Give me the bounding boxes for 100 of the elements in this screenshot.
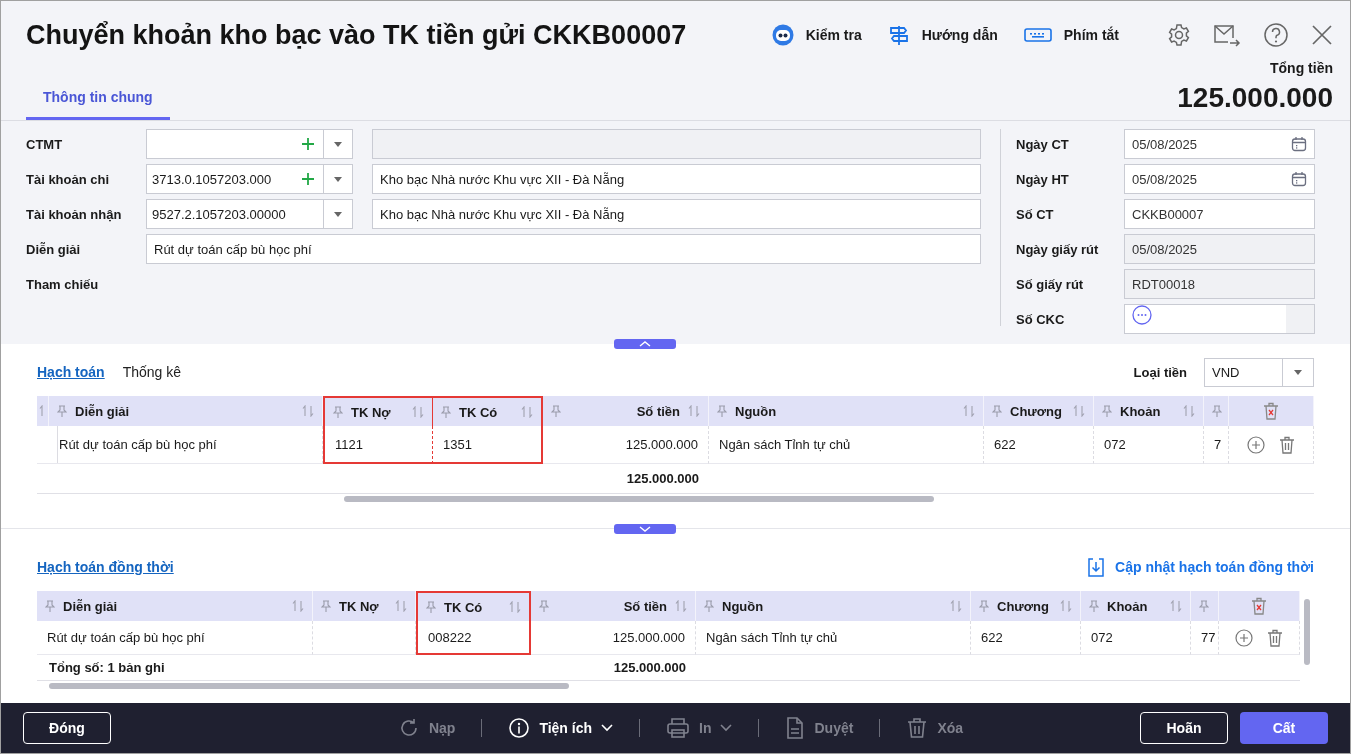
table-cell: 072 — [1081, 621, 1191, 655]
field-label: CTMT — [26, 136, 64, 152]
chevron-down-icon — [720, 724, 733, 732]
document-icon — [785, 717, 806, 739]
sort-icon — [1060, 600, 1072, 612]
more-options-icon[interactable] — [1132, 305, 1152, 325]
help-icon[interactable] — [1263, 22, 1289, 48]
input-field[interactable]: 05/08/2025 — [1124, 129, 1315, 159]
currency-select[interactable]: VND — [1204, 357, 1314, 387]
pin-icon — [979, 599, 989, 613]
sort-icon — [1073, 405, 1085, 417]
pin-icon — [1089, 599, 1099, 613]
column-header[interactable]: TK Nợ — [313, 591, 416, 621]
footer-button[interactable]: Hoãn — [1140, 712, 1228, 744]
printer-icon — [666, 717, 691, 739]
total-cell: 125.000.000 — [613, 660, 686, 675]
input-field: 05/08/2025 — [1124, 234, 1315, 264]
pin-icon — [717, 404, 727, 418]
table-cell: 1351 — [433, 426, 543, 464]
input-field[interactable]: CKKB00007 — [1124, 199, 1315, 229]
toolbar-button[interactable]: Hướng dẫn — [887, 24, 998, 46]
caret-icon — [333, 140, 343, 148]
pin-icon — [45, 599, 55, 613]
field-label: Tài khoản nhận — [26, 206, 123, 222]
add-icon — [301, 172, 315, 186]
total-cell: Tổng số: 1 bản ghi — [49, 660, 165, 675]
field-label: Số giấy rút — [1016, 276, 1085, 292]
table-cell: Rút dự toán cấp bù học phí — [37, 621, 313, 655]
info-icon — [508, 717, 531, 739]
column-header[interactable]: Nguồn — [709, 396, 984, 426]
tab[interactable]: Hạch toán đồng thời — [37, 559, 174, 575]
pin-icon — [426, 600, 436, 614]
collapse-handle-icon[interactable] — [614, 339, 676, 349]
pin-icon — [441, 405, 451, 419]
table-cell: 072 — [1094, 426, 1204, 464]
mail-forward-icon[interactable] — [1213, 23, 1241, 47]
update-link[interactable]: Cập nhật hạch toán đồng thời — [1087, 557, 1314, 577]
pin-icon — [704, 599, 714, 613]
column-header[interactable]: TK Có — [416, 591, 531, 621]
description-field[interactable]: Rút dự toán cấp bù học phí — [146, 234, 981, 264]
column-header[interactable]: Số tiền — [543, 396, 709, 426]
trash-icon[interactable] — [1267, 628, 1283, 647]
settings-icon[interactable] — [1167, 23, 1191, 47]
tab[interactable]: Thống kê — [122, 364, 182, 380]
total-label: Tổng tiền — [1269, 60, 1333, 76]
column-header[interactable]: Khoản — [1081, 591, 1191, 621]
column-header[interactable]: Diễn giải — [49, 396, 323, 426]
column-header[interactable]: Số tiền — [531, 591, 696, 621]
toolbar-button[interactable]: Phím tắt — [1023, 27, 1119, 43]
pin-icon — [992, 404, 1002, 418]
field-label: Tham chiếu — [26, 276, 100, 292]
download-icon — [1087, 557, 1106, 577]
window-title: Chuyển khoản kho bạc vào TK tiền gửi CKKB00007 — [26, 19, 688, 51]
currency-label: Loại tiền — [1133, 364, 1187, 380]
footer-button[interactable]: Đóng — [23, 712, 111, 744]
robot-face-icon — [771, 24, 794, 46]
account-combo[interactable]: 9527.2.1057203.00000 — [146, 199, 353, 229]
pin-icon — [1102, 404, 1112, 418]
column-header[interactable]: TK Có — [433, 396, 543, 426]
pin-icon — [1199, 599, 1209, 613]
signpost-icon — [887, 24, 910, 46]
column-header[interactable]: Nguồn — [696, 591, 971, 621]
column-header[interactable]: Chương — [984, 396, 1094, 426]
table-cell: 7 — [1204, 426, 1229, 464]
table-cell: Ngân sách Tỉnh tự chủ — [709, 426, 984, 464]
column-header[interactable]: Chương — [971, 591, 1081, 621]
account-name-field[interactable]: Kho bạc Nhà nước Khu vực XII - Đà Nẵng — [372, 164, 981, 194]
calendar-icon[interactable] — [1291, 171, 1307, 187]
sort-icon — [963, 405, 975, 417]
column-header[interactable]: TK Nợ — [323, 396, 433, 426]
toolbar-button[interactable]: Tiện ích — [508, 717, 614, 739]
close-icon[interactable] — [1311, 24, 1333, 46]
column-header[interactable]: Diễn giải — [37, 591, 313, 621]
add-row-icon[interactable] — [1235, 628, 1253, 647]
total-cell: 125.000.000 — [626, 471, 699, 486]
sort-icon — [950, 600, 962, 612]
account-combo[interactable]: 3713.0.1057203.000 — [146, 164, 353, 194]
account-name-field[interactable]: Kho bạc Nhà nước Khu vực XII - Đà Nẵng — [372, 199, 981, 229]
field-label: Tài khoản chi — [26, 171, 111, 187]
add-row-icon[interactable] — [1247, 435, 1265, 454]
calendar-icon[interactable] — [1291, 136, 1307, 152]
delete-all-icon[interactable] — [1263, 402, 1279, 420]
input-field[interactable] — [1124, 304, 1315, 334]
trash-icon — [906, 717, 929, 739]
row-gutter — [37, 426, 58, 464]
tab[interactable]: Thông tin chung — [26, 89, 170, 120]
toolbar-button[interactable]: Kiểm tra — [771, 24, 862, 46]
add-icon — [301, 137, 315, 151]
trash-icon[interactable] — [1279, 435, 1295, 454]
pin-icon — [57, 404, 67, 418]
input-field[interactable]: 05/08/2025 — [1124, 164, 1315, 194]
table-cell: Ngân sách Tỉnh tự chủ — [696, 621, 971, 655]
footer-button[interactable]: Cất — [1240, 712, 1328, 744]
tab[interactable]: Hạch toán — [37, 364, 105, 380]
delete-all-icon[interactable] — [1251, 597, 1267, 615]
sort-icon — [302, 405, 314, 417]
field-label: Diễn giải — [26, 241, 82, 257]
table-cell: 1121 — [323, 426, 433, 464]
expand-handle-icon[interactable] — [614, 524, 676, 534]
column-header[interactable]: Khoản — [1094, 396, 1204, 426]
